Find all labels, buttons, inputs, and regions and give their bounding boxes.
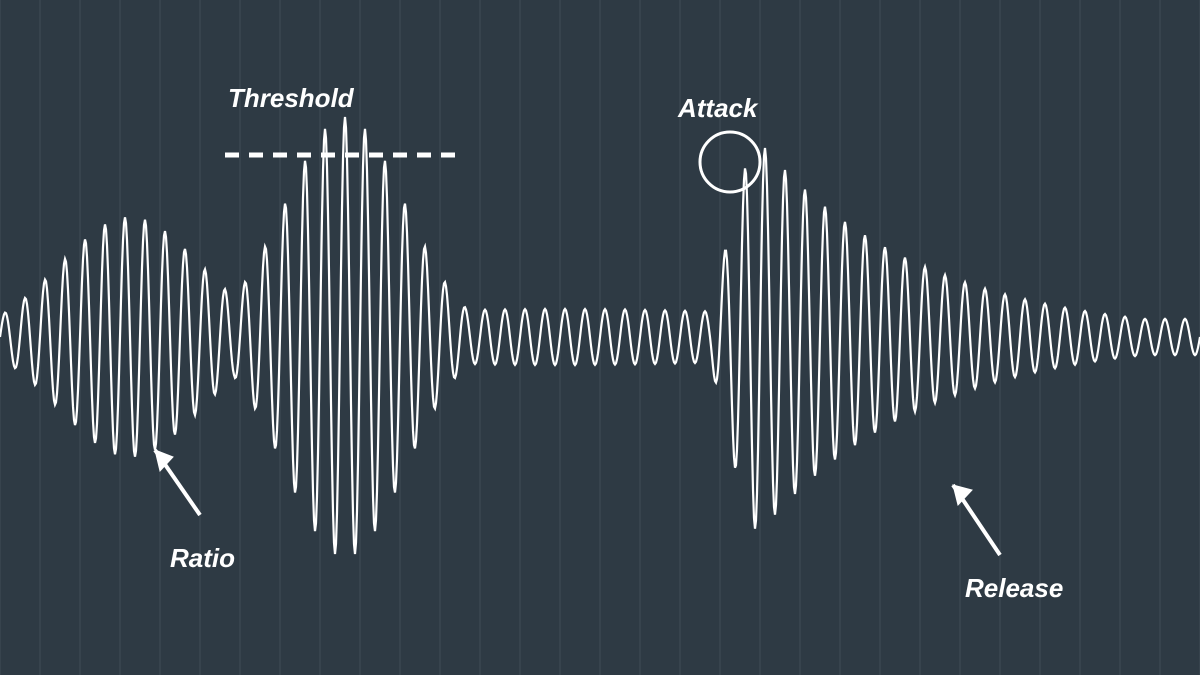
ratio-arrow-icon (155, 450, 200, 515)
threshold-label: Threshold (228, 85, 354, 111)
attack-label: Attack (678, 95, 757, 121)
ratio-label: Ratio (170, 545, 235, 571)
attack-marker-circle (700, 132, 760, 192)
compressor-diagram: Threshold Attack Ratio Release (0, 0, 1200, 675)
release-label: Release (965, 575, 1063, 601)
